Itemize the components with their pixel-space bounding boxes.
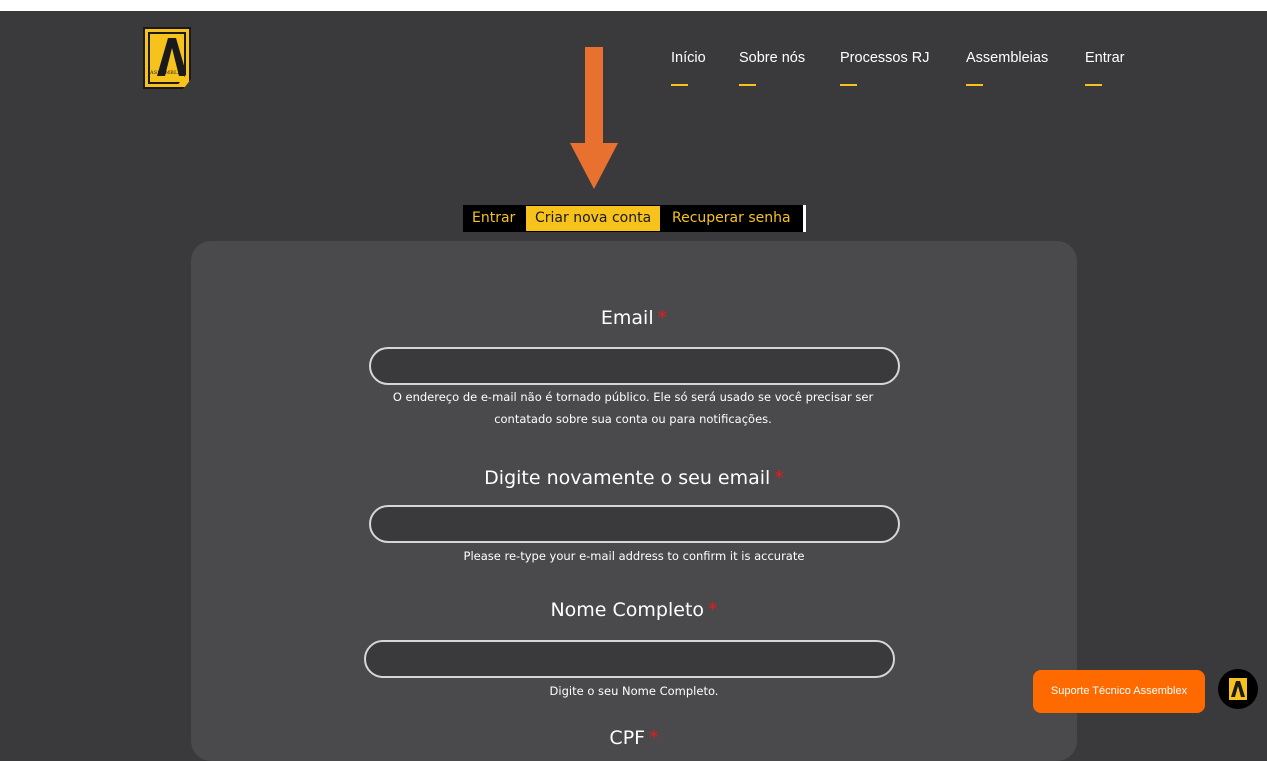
required-marker: * [708, 599, 718, 621]
nav-item-sobre-nos[interactable]: Sobre nós [739, 50, 805, 86]
confirm-email-field[interactable] [369, 505, 900, 543]
chat-launcher-button[interactable] [1218, 669, 1258, 709]
confirm-email-help-text: Please re-type your e-mail address to co… [463, 549, 805, 563]
support-chat-button[interactable]: Suporte Técnico Assemblex [1033, 670, 1205, 713]
assemblex-logo[interactable]: ASSEMBLEX [143, 27, 191, 89]
full-name-field[interactable] [364, 640, 895, 678]
account-tabs: Entrar Criar nova conta Recuperar senha [463, 205, 804, 232]
tabs-divider [803, 205, 806, 232]
email-help-text: O endereço de e-mail não é tornado públi… [392, 390, 874, 426]
cpf-label: CPF * [609, 727, 659, 749]
tab-criar-nova-conta[interactable]: Criar nova conta [526, 206, 661, 231]
email-label: Email * [600, 307, 668, 329]
full-name-label: Nome Completo * [550, 599, 718, 621]
logo-frame: ASSEMBLEX [148, 32, 186, 84]
top-strip [0, 0, 1267, 11]
nav-item-assembleias[interactable]: Assembleias [966, 50, 1048, 86]
tab-entrar[interactable]: Entrar [472, 205, 515, 232]
registration-form: Email * O endereço de e-mail não é tornad… [191, 241, 1077, 761]
full-name-help-text: Digite o seu Nome Completo. [549, 684, 719, 698]
logo-text: ASSEMBLEX [150, 70, 186, 76]
tab-recuperar-senha[interactable]: Recuperar senha [672, 205, 791, 232]
confirm-email-label: Digite novamente o seu email * [484, 467, 784, 489]
orange-arrow-annotation [570, 47, 618, 189]
required-marker: * [657, 307, 668, 329]
nav-item-entrar[interactable]: Entrar [1085, 50, 1125, 86]
nav-item-inicio[interactable]: Início [671, 50, 706, 86]
logo-a-icon [1229, 678, 1247, 700]
required-marker: * [774, 467, 784, 489]
email-field[interactable] [369, 347, 900, 385]
nav-item-processos-rj[interactable]: Processos RJ [840, 50, 929, 86]
required-marker: * [649, 727, 659, 749]
